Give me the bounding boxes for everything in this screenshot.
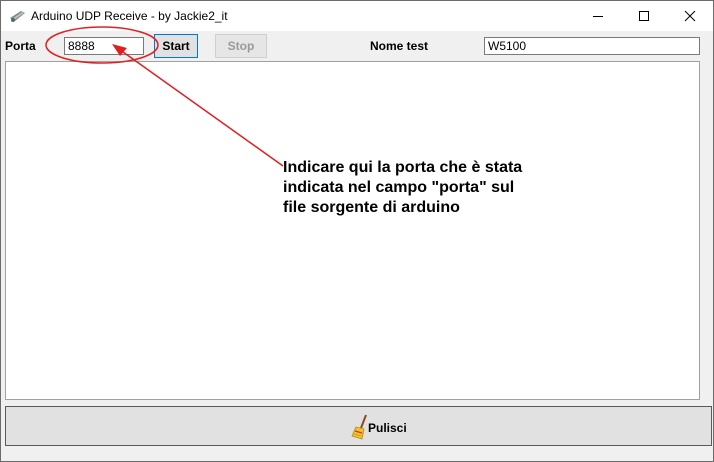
window-title: Arduino UDP Receive - by Jackie2_it xyxy=(31,9,228,23)
annotation-line: indicata nel campo "porta" sul xyxy=(283,179,515,196)
pulisci-label: Pulisci xyxy=(368,421,407,435)
pulisci-button[interactable]: Pulisci xyxy=(5,406,712,446)
annotation-note: Indicare qui la porta che è stata indica… xyxy=(283,158,573,218)
annotation-line: file sorgente di arduino xyxy=(283,199,460,216)
nome-test-label: Nome test xyxy=(370,39,429,53)
minimize-button[interactable] xyxy=(575,1,621,31)
log-textarea[interactable] xyxy=(5,61,700,400)
start-button[interactable]: Start xyxy=(154,34,198,58)
annotation-line: Indicare qui la porta che è stata xyxy=(283,159,523,176)
porta-label: Porta xyxy=(5,39,36,53)
arduino-app-icon xyxy=(9,9,27,23)
app-window: Arduino UDP Receive - by Jackie2_it Port… xyxy=(0,0,714,462)
maximize-button[interactable] xyxy=(621,1,667,31)
title-bar[interactable]: Arduino UDP Receive - by Jackie2_it xyxy=(1,1,713,31)
nome-test-input[interactable] xyxy=(484,37,700,55)
close-button[interactable] xyxy=(667,1,713,31)
porta-input[interactable] xyxy=(64,37,144,55)
minimize-icon xyxy=(593,16,603,17)
stop-button[interactable]: Stop xyxy=(215,34,267,58)
maximize-icon xyxy=(639,11,649,21)
close-icon xyxy=(684,10,696,22)
